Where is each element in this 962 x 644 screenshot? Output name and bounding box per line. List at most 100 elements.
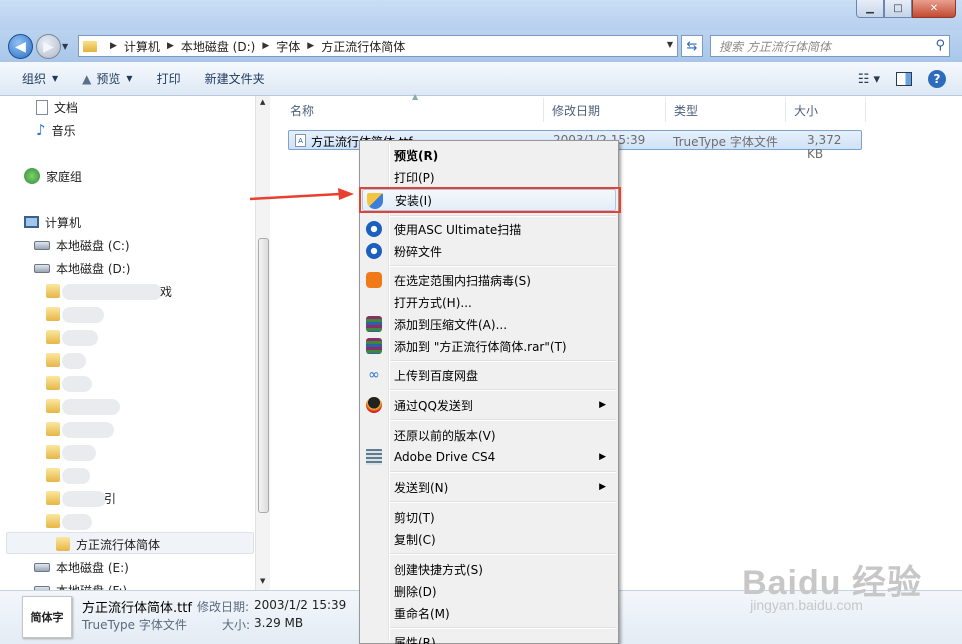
menu-item-open-with[interactable]: 打开方式(H)... [362,291,616,313]
nav-item-homegroup[interactable]: 家庭组 [24,165,82,187]
menu-separator [390,419,616,421]
scroll-up-icon[interactable]: ▲ [260,98,265,106]
column-header-modified[interactable]: 修改日期 [544,98,666,122]
menu-item-delete[interactable]: 删除(D) [362,580,616,602]
nav-item-music[interactable]: ♪ 音乐 [36,119,76,141]
blurred-label [62,445,96,461]
menu-item-rename[interactable]: 重命名(M) [362,602,616,624]
nav-item-documents[interactable]: 文档 [36,96,78,118]
nav-item-drive-d[interactable]: 本地磁盘 (D:) [34,257,130,279]
nav-item-drive-f[interactable]: 本地磁盘 (F:) [34,579,127,590]
nav-item-drive-e[interactable]: 本地磁盘 (E:) [34,556,129,578]
search-icon[interactable]: ⚲ [935,38,945,53]
menu-separator [390,471,616,473]
file-type: TrueType 字体文件 [673,135,778,149]
menu-item-label: 剪切(T) [394,510,435,525]
annotation-highlight-box [359,187,621,213]
nav-scrollbar[interactable]: ▲ ▼ [255,96,270,590]
details-size-label: 大小: [222,618,251,632]
menu-item-create-shortcut[interactable]: 创建快捷方式(S) [362,558,616,580]
menu-item-label: 重命名(M) [394,606,450,621]
address-bar[interactable]: ▶ 计算机 ▶ 本地磁盘 (D:) ▶ 字体 ▶ 方正流行体简体 ▼ [78,35,678,57]
forward-button[interactable]: ▶ [36,34,61,59]
column-header-size[interactable]: 大小 [786,98,866,122]
recent-pages-dropdown[interactable]: ▼ [62,42,68,51]
scrollbar-thumb[interactable] [258,238,269,513]
menu-item-label: 打开方式(H)... [394,295,472,310]
asc-icon [366,221,382,237]
menu-item-print[interactable]: 打印(P) [362,166,616,188]
menu-separator [390,265,616,267]
music-note-icon: ♪ [36,121,46,139]
blurred-label [62,399,120,415]
menu-item-label: 删除(D) [394,584,437,599]
menu-item-add-rar[interactable]: 添加到 "方正流行体简体.rar"(T) [362,335,616,357]
address-dropdown-icon[interactable]: ▼ [667,40,673,49]
column-header-name[interactable]: 名称 [282,98,544,122]
search-input[interactable]: 搜索 方正流行体简体 ⚲ [710,35,950,57]
submenu-arrow-icon: ▶ [599,452,606,462]
print-button[interactable]: 打印 [145,62,193,96]
folder-icon [46,330,60,344]
menu-item-restore[interactable]: 还原以前的版本(V) [362,424,616,446]
details-size-value: 3.29 MB [254,616,304,630]
scroll-down-icon[interactable]: ▼ [260,577,265,585]
nav-item-label: 本地磁盘 (F:) [56,582,127,591]
maximize-button[interactable]: □ [884,0,912,18]
change-view-icon[interactable]: ☷ ▾ [858,72,880,87]
back-button[interactable]: ◀ [8,34,33,59]
breadcrumb-drive-d[interactable]: 本地磁盘 (D:) [181,38,255,55]
chevron-right-icon[interactable]: ▶ [167,41,174,51]
chevron-right-icon[interactable]: ▶ [307,41,314,51]
blurred-label [62,353,86,369]
font-thumbnail: 简体字 [22,596,72,638]
menu-item-virus-scan[interactable]: 在选定范围内扫描病毒(S) [362,269,616,291]
search-placeholder: 搜索 方正流行体简体 [719,39,831,54]
menu-item-copy[interactable]: 复制(C) [362,528,616,550]
document-icon [36,99,48,115]
antivirus-icon [366,272,382,288]
menu-item-properties[interactable]: 属性(R) [362,631,616,644]
refresh-button[interactable]: ⇆ [681,35,703,57]
column-header-type[interactable]: 类型 [666,98,786,122]
chevron-right-icon[interactable]: ▶ [262,41,269,51]
breadcrumb-fonts[interactable]: 字体 [276,38,300,55]
nav-item-drive-c[interactable]: 本地磁盘 (C:) [34,234,130,256]
nav-item-label: 家庭组 [46,169,83,184]
menu-item-qq-send[interactable]: 通过QQ发送到 ▶ [362,394,616,416]
folder-icon [46,514,60,528]
preview-pane-icon[interactable] [896,72,912,86]
menu-item-add-archive[interactable]: 添加到压缩文件(A)... [362,313,616,335]
breadcrumb-current-folder[interactable]: 方正流行体简体 [321,38,405,55]
minimize-button[interactable]: ▁ [856,0,884,18]
menu-item-label: 创建快捷方式(S) [394,562,483,577]
menu-item-baidu-upload[interactable]: ∞ 上传到百度网盘 [362,364,616,386]
nav-item-label: 本地磁盘 (C:) [56,238,130,253]
help-icon[interactable]: ? [928,70,946,88]
nav-item-label: 文档 [54,100,79,115]
preview-button[interactable]: ▲ 预览 ▼ [70,62,144,96]
folder-icon [46,399,60,413]
menu-item-label: 添加到压缩文件(A)... [394,317,508,332]
close-button[interactable]: ✕ [912,0,956,18]
chevron-right-icon[interactable]: ▶ [110,41,117,51]
blurred-label [62,330,98,346]
menu-item-label: 属性(R) [394,635,436,644]
nav-item-current-folder[interactable]: 方正流行体简体 [56,533,160,555]
menu-item-shred[interactable]: 粉碎文件 [362,240,616,262]
blurred-label [62,468,90,484]
nav-item-label: 本地磁盘 (D:) [56,261,131,276]
menu-item-label: 粉碎文件 [394,244,443,259]
menu-item-cut[interactable]: 剪切(T) [362,506,616,528]
organize-button[interactable]: 组织 ▼ [0,62,70,96]
menu-item-adobe-drive[interactable]: Adobe Drive CS4 ▶ [362,446,616,468]
menu-item-label: 通过QQ发送到 [394,398,473,413]
new-folder-button[interactable]: 新建文件夹 [193,62,277,96]
breadcrumb-computer[interactable]: 计算机 [124,38,160,55]
drive-icon [34,240,50,250]
nav-item-computer[interactable]: 计算机 [24,211,81,233]
menu-item-send-to[interactable]: 发送到(N) ▶ [362,476,616,498]
menu-item-preview[interactable]: 预览(R) [362,144,616,166]
menu-item-asc-scan[interactable]: 使用ASC Ultimate扫描 [362,218,616,240]
menu-item-label: 预览(R) [394,148,439,163]
